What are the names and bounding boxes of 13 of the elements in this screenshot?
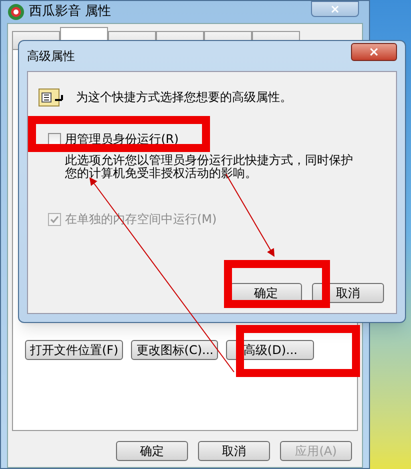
dialog-button[interactable]: 高级(D)... [226, 340, 314, 360]
app-icon [7, 3, 25, 21]
dialog-title: 高级属性 [27, 48, 75, 65]
dialog-button[interactable]: 打开文件位置(F) [25, 340, 124, 360]
dialog-button[interactable]: 取消 [198, 441, 270, 461]
checkbox[interactable] [48, 132, 61, 146]
option-description: 此选项允许您以管理员身份运行此快捷方式，同时保护您的计算机免受非授权活动的影响。 [65, 154, 354, 180]
checkmark-icon [50, 214, 59, 224]
shortcut-properties-icon [38, 86, 64, 108]
window-title: 西瓜影音 属性 [29, 3, 112, 22]
prompt-text: 为这个快捷方式选择您想要的高级属性。 [76, 89, 292, 106]
dialog-button[interactable]: 更改图标(C)... [131, 340, 218, 360]
dialog-button[interactable]: 确定 [116, 441, 188, 461]
